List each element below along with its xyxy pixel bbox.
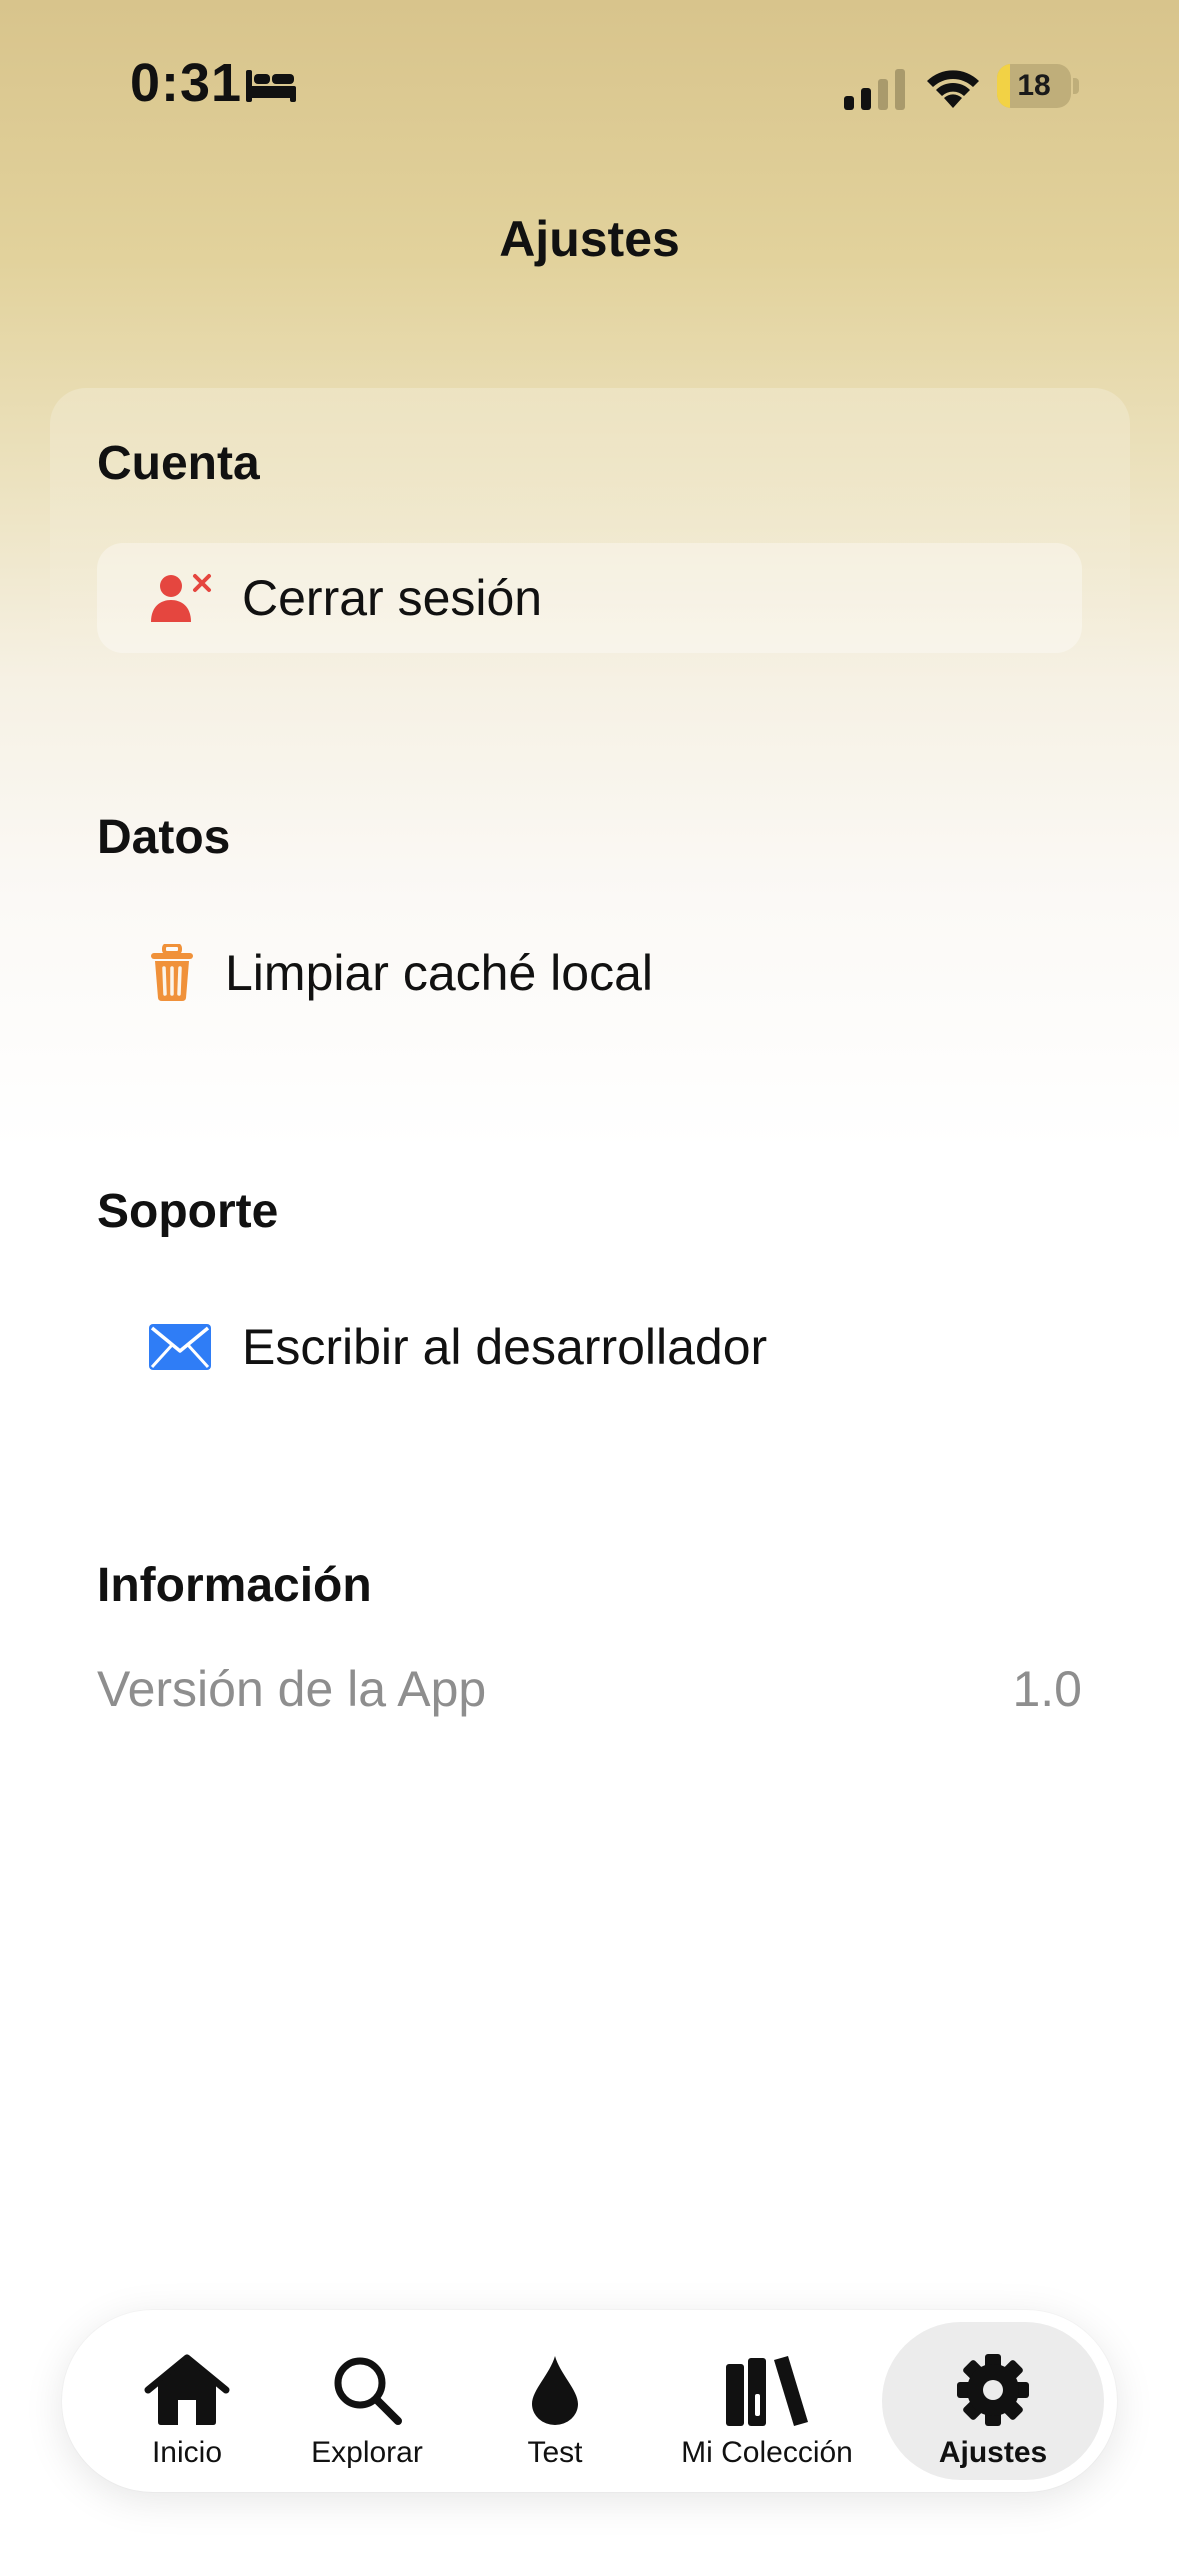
clear-cache-button[interactable]: Limpiar caché local	[97, 918, 1082, 1028]
tab-label-explorar: Explorar	[311, 2436, 423, 2469]
app-version-row: Versión de la App 1.0	[97, 1660, 1082, 1740]
section-title-data: Datos	[97, 811, 231, 864]
section-title-account: Cuenta	[97, 437, 260, 490]
person-remove-icon	[151, 574, 211, 622]
battery-level: 18	[1017, 69, 1051, 102]
tab-test[interactable]: Test	[490, 2322, 620, 2480]
tab-label-inicio: Inicio	[151, 2436, 223, 2469]
tab-label-test: Test	[527, 2436, 583, 2469]
books-icon	[726, 2356, 808, 2426]
search-icon	[334, 2357, 402, 2425]
envelope-icon	[149, 1324, 211, 1370]
drop-icon	[532, 2356, 578, 2425]
logout-button[interactable]: Cerrar sesión	[97, 543, 1082, 653]
logout-label: Cerrar sesión	[242, 570, 543, 626]
contact-developer-label: Escribir al desarrollador	[242, 1319, 768, 1375]
wifi-icon	[927, 70, 979, 108]
tab-ajustes[interactable]: Ajustes	[882, 2322, 1104, 2480]
tab-label-mi-coleccion: Mi Colección	[681, 2436, 853, 2469]
gear-icon	[957, 2354, 1029, 2426]
contact-developer-button[interactable]: Escribir al desarrollador	[97, 1292, 1082, 1402]
page-title: Ajustes	[499, 211, 680, 267]
tab-bar: Inicio Explorar Test Mi Colección Ajuste…	[62, 2310, 1117, 2492]
app-version-value: 1.0	[1012, 1661, 1082, 1717]
tab-label-ajustes: Ajustes	[938, 2436, 1048, 2469]
section-title-info: Información	[97, 1559, 372, 1612]
tab-mi-coleccion[interactable]: Mi Colección	[667, 2322, 867, 2480]
signal-icon	[844, 69, 905, 110]
clear-cache-label: Limpiar caché local	[225, 945, 653, 1001]
trash-icon	[151, 944, 193, 1001]
section-title-support: Soporte	[97, 1185, 279, 1238]
battery-icon: 18	[997, 64, 1079, 108]
house-icon	[144, 2354, 230, 2425]
status-bar: 0:31 18	[0, 0, 1179, 170]
app-version-label: Versión de la App	[97, 1661, 487, 1717]
tab-explorar[interactable]: Explorar	[292, 2322, 442, 2480]
bed-icon	[246, 70, 296, 102]
status-time: 0:31	[130, 53, 243, 113]
tab-inicio[interactable]: Inicio	[112, 2322, 262, 2480]
